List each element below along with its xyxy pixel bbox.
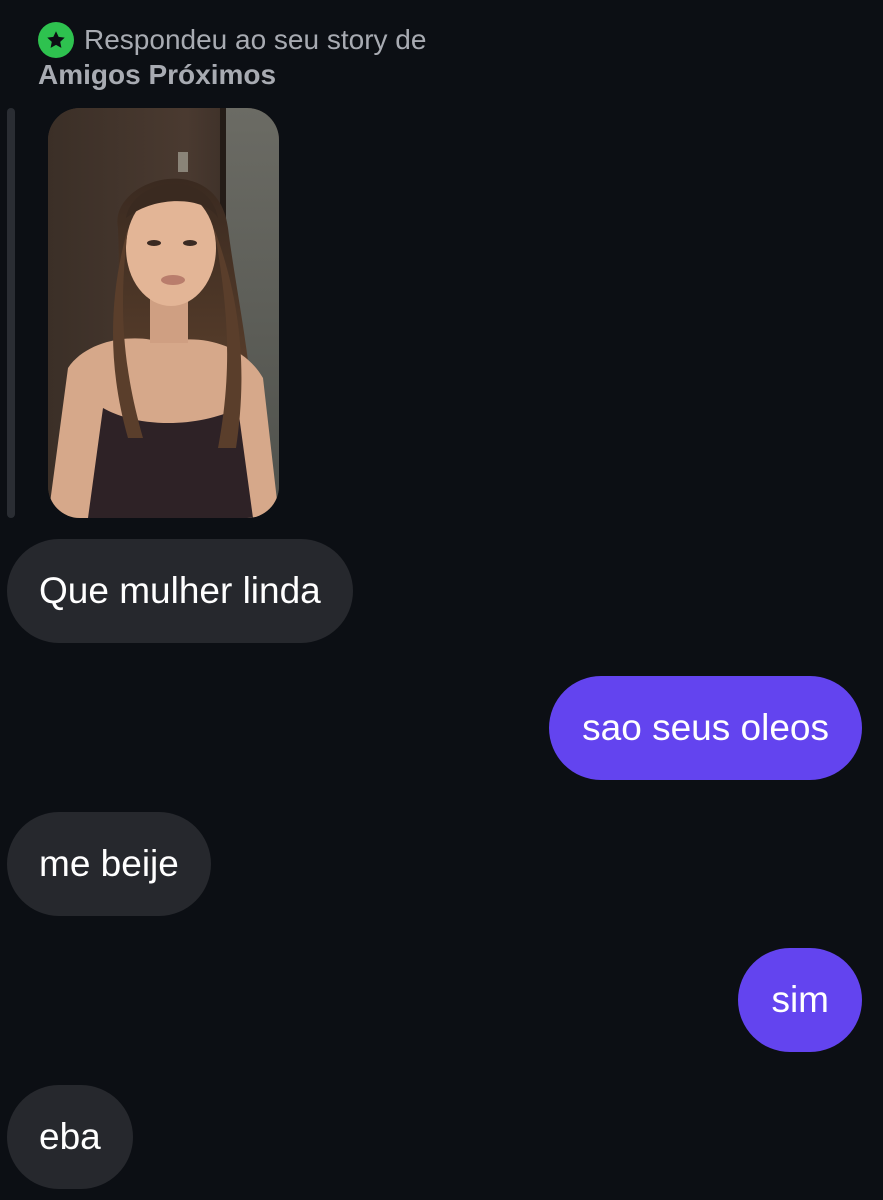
message-bubble-received[interactable]: me beije xyxy=(7,812,211,916)
close-friends-label: Amigos Próximos xyxy=(38,59,277,90)
story-photo-icon xyxy=(48,108,279,518)
story-reply-header: Respondeu ao seu story de Amigos Próximo… xyxy=(38,22,426,92)
story-reply-line: Respondeu ao seu story de xyxy=(38,22,426,58)
story-reply-label: Respondeu ao seu story de xyxy=(84,24,427,55)
message-bubble-sent[interactable]: sim xyxy=(738,948,862,1052)
message-bubble-sent[interactable]: sao seus oleos xyxy=(549,676,862,780)
star-icon xyxy=(38,22,74,58)
message-bubble-received[interactable]: Que mulher linda xyxy=(7,539,353,643)
story-thumbnail[interactable] xyxy=(48,108,279,518)
reply-quote-bar xyxy=(7,108,15,518)
message-bubble-received[interactable]: eba xyxy=(7,1085,133,1189)
chat-screen: Respondeu ao seu story de Amigos Próximo… xyxy=(0,0,883,1200)
